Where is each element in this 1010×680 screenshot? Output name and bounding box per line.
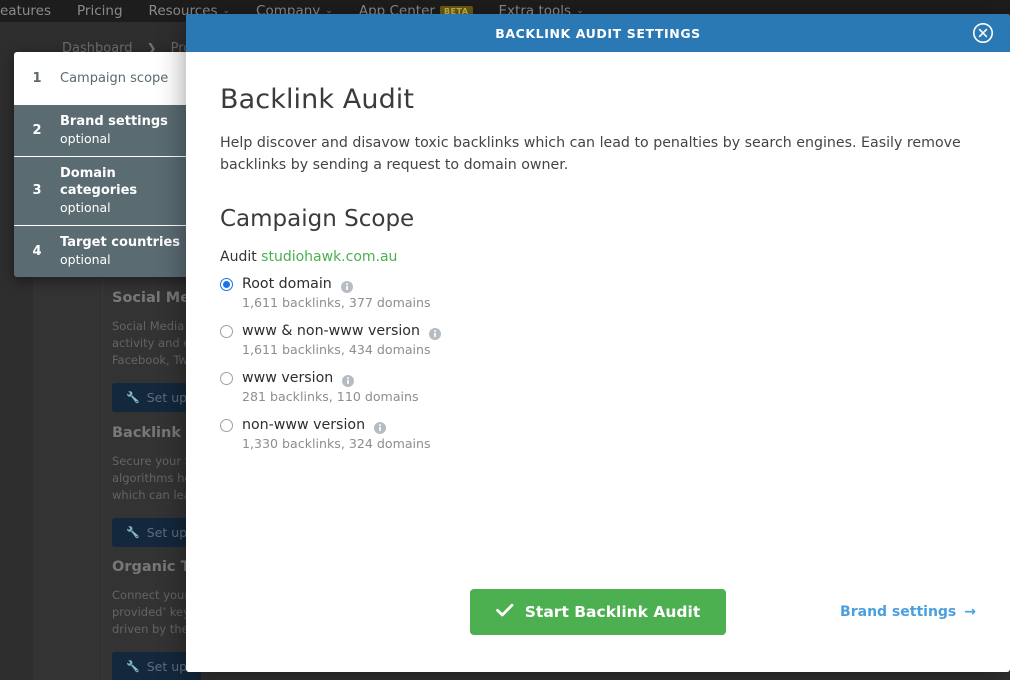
step-number: 1 (14, 71, 60, 86)
nav-item-features[interactable]: eatures (0, 3, 51, 19)
brand-settings-link[interactable]: Brand settings → (840, 604, 976, 620)
radio-www-and-non-www[interactable] (220, 325, 233, 338)
brand-settings-label: Brand settings (840, 604, 956, 620)
audit-target-line: Audit studiohawk.com.au (220, 249, 976, 265)
start-backlink-audit-button[interactable]: Start Backlink Audit (470, 589, 726, 635)
scope-radio-group: Root domain 1,611 backlinks, 377 domains (220, 276, 976, 451)
radio-www[interactable] (220, 372, 233, 385)
modal-title: BACKLINK AUDIT SETTINGS (495, 26, 701, 41)
radio-non-www[interactable] (220, 419, 233, 432)
modal-description: Help discover and disavow toxic backlink… (220, 132, 976, 176)
step-label: Brand settings (60, 113, 168, 130)
nav-item-label: Pricing (77, 3, 123, 19)
setup-button-label: Set up (147, 525, 187, 540)
scope-option-non-www[interactable]: non-www version 1,330 backlinks, 324 dom… (220, 417, 976, 451)
setup-button-label: Set up (147, 390, 187, 405)
wrench-icon: 🔧 (126, 660, 140, 673)
info-icon[interactable] (429, 325, 441, 337)
scope-option-stats: 281 backlinks, 110 domains (242, 389, 976, 404)
wrench-icon: 🔧 (126, 526, 140, 539)
step-number: 2 (14, 123, 60, 138)
arrow-right-icon: → (964, 604, 976, 620)
scope-option-label: Root domain (242, 276, 332, 292)
modal-body: Backlink Audit Help discover and disavow… (186, 52, 1010, 672)
campaign-scope-heading: Campaign Scope (220, 206, 976, 232)
sidebar-item-brand-settings[interactable]: 2 Brand settings optional (14, 104, 200, 156)
backlink-audit-settings-modal: BACKLINK AUDIT SETTINGS Backlink Audit H… (186, 14, 1010, 672)
step-optional-label: optional (60, 252, 180, 268)
info-icon[interactable] (374, 419, 386, 431)
start-backlink-audit-label: Start Backlink Audit (525, 603, 700, 621)
nav-item-label: eatures (0, 3, 51, 19)
setup-button-label: Set up (147, 659, 187, 674)
scope-option-label: non-www version (242, 417, 365, 433)
step-label: Campaign scope (60, 70, 168, 87)
wrench-icon: 🔧 (126, 391, 140, 404)
scope-option-stats: 1,611 backlinks, 434 domains (242, 342, 976, 357)
sidebar-item-campaign-scope[interactable]: 1 Campaign scope (14, 52, 200, 104)
scope-option-stats: 1,611 backlinks, 377 domains (242, 295, 976, 310)
screen: eatures Pricing Resources ⌄ Company ⌄ Ap… (0, 0, 1010, 680)
radio-root-domain[interactable] (220, 278, 233, 291)
modal-footer: Start Backlink Audit Brand settings → (186, 552, 1010, 672)
nav-item-pricing[interactable]: Pricing (77, 3, 123, 19)
step-optional-label: optional (60, 200, 190, 216)
scope-option-label: www & non-www version (242, 323, 420, 339)
check-icon (496, 603, 514, 621)
scope-option-root-domain[interactable]: Root domain 1,611 backlinks, 377 domains (220, 276, 976, 310)
step-optional-label: optional (60, 131, 168, 147)
step-number: 4 (14, 244, 60, 259)
step-label: Target countries (60, 234, 180, 251)
info-icon[interactable] (341, 278, 353, 290)
scope-option-www[interactable]: www version 281 backlinks, 110 domains (220, 370, 976, 404)
sidebar-item-domain-categories[interactable]: 3 Domain categories optional (14, 156, 200, 225)
close-icon[interactable] (972, 22, 994, 44)
step-number: 3 (14, 183, 60, 198)
scope-option-label: www version (242, 370, 333, 386)
step-label: Domain categories (60, 165, 190, 199)
info-icon[interactable] (342, 372, 354, 384)
campaign-steps-panel: 1 Campaign scope 2 Brand settings option… (14, 52, 200, 277)
audit-prefix-label: Audit (220, 249, 257, 265)
modal-header: BACKLINK AUDIT SETTINGS (186, 14, 1010, 52)
scope-option-stats: 1,330 backlinks, 324 domains (242, 436, 976, 451)
page-title: Backlink Audit (220, 84, 976, 115)
audit-domain-link[interactable]: studiohawk.com.au (261, 249, 397, 265)
sidebar-item-target-countries[interactable]: 4 Target countries optional (14, 225, 200, 277)
scope-option-www-and-non-www[interactable]: www & non-www version 1,611 backlinks, 4… (220, 323, 976, 357)
